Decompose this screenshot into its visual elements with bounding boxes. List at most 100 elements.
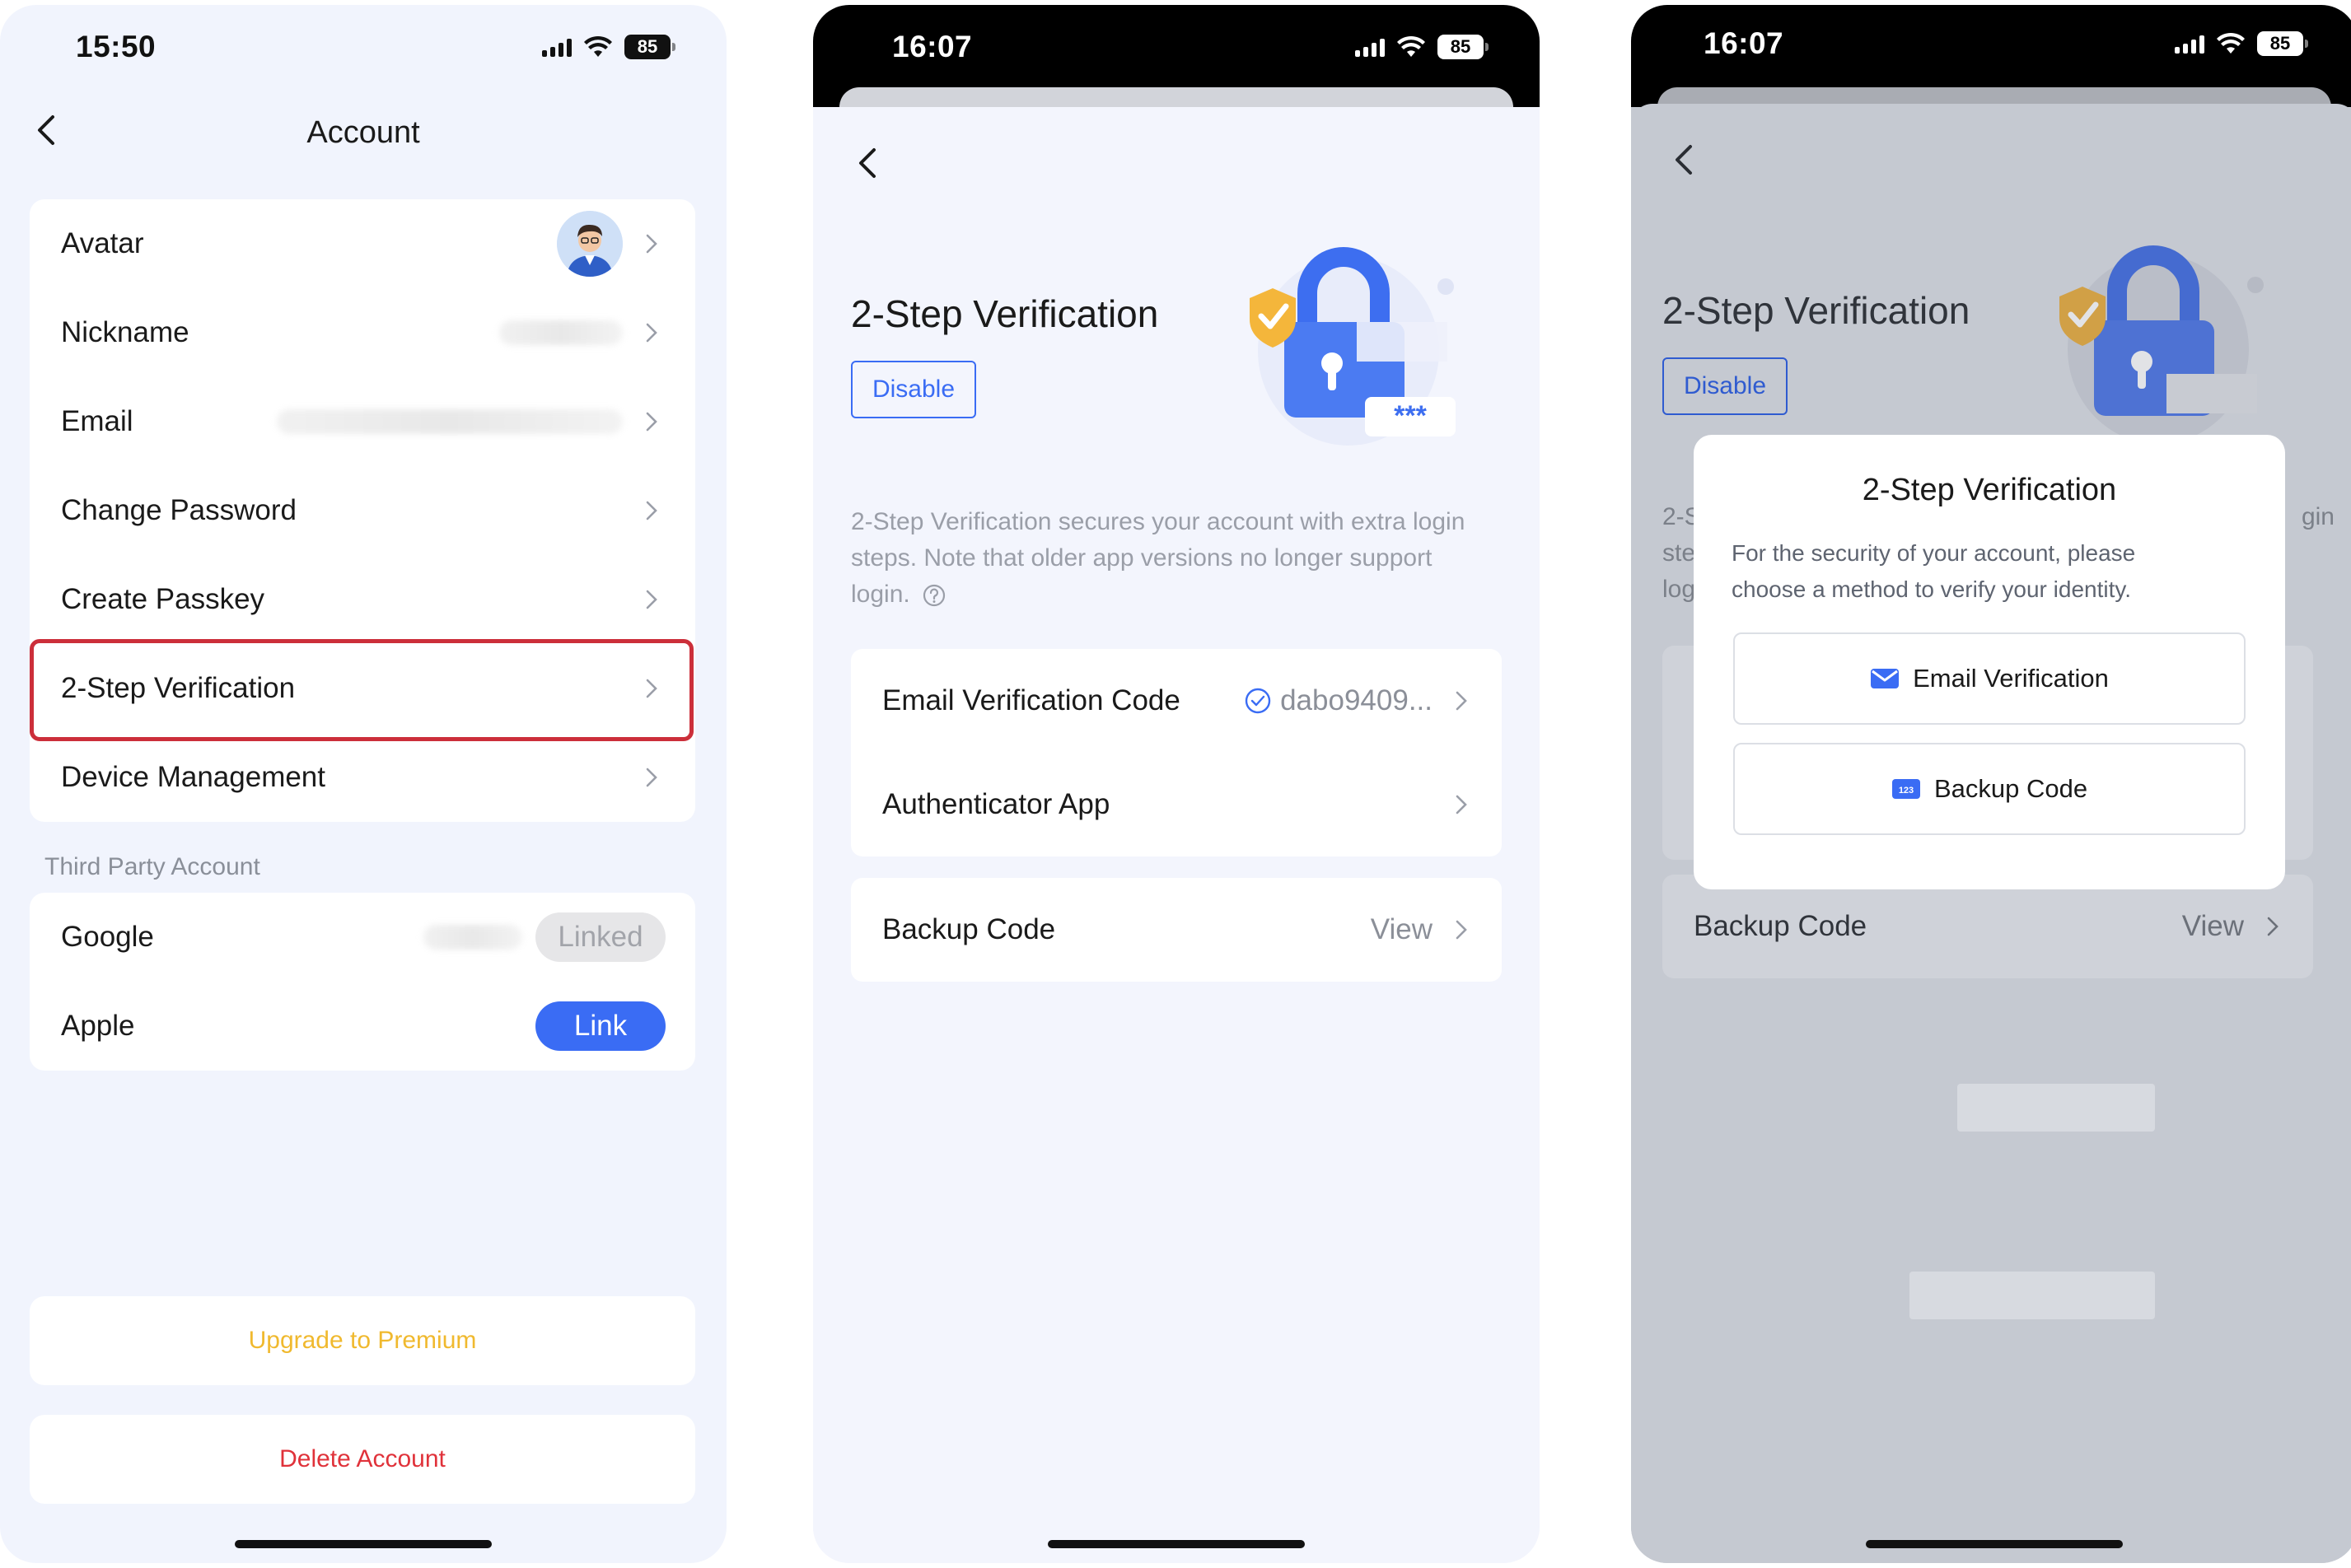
svg-text:***: *** <box>1394 400 1427 432</box>
row-device-management[interactable]: Device Management <box>30 733 695 822</box>
page-title: 2-Step Verification <box>851 292 1159 335</box>
status-icons: 85 <box>1355 35 1489 59</box>
chevron-right-icon <box>646 768 657 787</box>
email-verification-option[interactable]: Email Verification <box>1733 632 2246 725</box>
battery-icon: 85 <box>624 35 675 59</box>
row-create-passkey[interactable]: Create Passkey <box>30 555 695 644</box>
page-title: Account <box>306 115 420 150</box>
row-label: Change Password <box>61 494 297 526</box>
description-text: login. <box>851 581 910 608</box>
section-label-third-party: Third Party Account <box>44 853 260 880</box>
dialog-description: For the security of your account, please… <box>1732 535 2247 608</box>
dialog-description-line: choose a method to verify your identity. <box>1732 576 2132 602</box>
row-google: Google Linked <box>30 893 695 982</box>
row-backup-code: Backup Code View <box>1662 875 2313 978</box>
row-email[interactable]: Email <box>30 377 695 466</box>
lock-illustration <box>2059 245 2264 444</box>
third-party-list: Google Linked Apple Link <box>30 893 695 1071</box>
verification-methods-list: Email Verification Code dabo9409... Auth… <box>851 649 1502 856</box>
row-label: Email <box>61 405 133 437</box>
chevron-right-icon <box>1456 920 1467 940</box>
home-indicator <box>1048 1540 1305 1548</box>
linked-badge: Linked <box>535 912 666 962</box>
chevron-right-icon <box>646 501 657 520</box>
battery-level: 85 <box>637 36 658 57</box>
signal-icon <box>542 37 572 57</box>
row-label: Device Management <box>61 761 325 793</box>
backup-code-card: Backup Code View <box>1662 875 2313 978</box>
row-nickname[interactable]: Nickname <box>30 288 695 377</box>
backup-code-icon: 123 <box>1891 779 1920 799</box>
chevron-right-icon <box>646 412 657 432</box>
description-line: 2-Step Verification secures your account… <box>851 508 1465 535</box>
wifi-icon <box>2217 32 2245 54</box>
row-label: Google <box>61 921 154 953</box>
row-avatar[interactable]: Avatar <box>30 199 695 288</box>
verify-method-dialog: 2-Step Verification For the security of … <box>1694 435 2285 889</box>
chevron-right-icon <box>646 234 657 254</box>
backup-code-option[interactable]: 123 Backup Code <box>1733 743 2246 835</box>
redacted-email <box>277 409 623 434</box>
chevron-right-icon <box>1456 795 1467 814</box>
masked-email: dabo9409... <box>1280 684 1433 716</box>
signal-icon <box>2175 34 2204 54</box>
row-backup-code[interactable]: Backup Code View <box>851 878 1502 982</box>
mail-icon <box>1871 669 1900 688</box>
chevron-right-icon <box>2267 917 2279 936</box>
help-icon[interactable] <box>922 583 946 608</box>
battery-level: 85 <box>2269 33 2291 54</box>
home-indicator <box>1866 1540 2123 1548</box>
row-apple: Apple Link <box>30 982 695 1071</box>
view-link: View <box>1370 913 1433 945</box>
disable-button: Disable <box>1662 357 1788 415</box>
row-label: Email Verification Code <box>882 684 1180 716</box>
wifi-icon <box>584 35 612 57</box>
row-change-password[interactable]: Change Password <box>30 466 695 555</box>
email-code-value: dabo9409... <box>1244 684 1433 717</box>
back-icon[interactable] <box>854 145 882 181</box>
redacted-google-account <box>423 925 522 950</box>
chevron-right-icon <box>646 323 657 343</box>
disable-button[interactable]: Disable <box>851 361 976 418</box>
chevron-right-icon <box>646 590 657 609</box>
status-time: 16:07 <box>892 30 973 63</box>
two-step-screen: 16:07 85 2-Step Verification Disable ***… <box>813 5 1540 1563</box>
wifi-icon <box>1397 35 1425 57</box>
description: 2-Step Verification secures your account… <box>851 504 1510 613</box>
status-bar: 16:07 85 <box>1631 5 2351 120</box>
two-step-modal-screen: 16:07 85 2-Step Verification Disable 2-S… <box>1631 5 2351 1563</box>
signal-icon <box>1355 37 1385 57</box>
status-icons: 85 <box>542 35 675 59</box>
option-label: Email Verification <box>1913 664 2109 693</box>
row-label: Apple <box>61 1010 135 1042</box>
delete-account-button[interactable]: Delete Account <box>30 1415 695 1504</box>
chevron-right-icon <box>1456 691 1467 711</box>
view-link: View <box>2181 910 2244 942</box>
redacted-nickname <box>499 320 623 345</box>
battery-icon: 85 <box>1437 35 1489 59</box>
row-label: Backup Code <box>1694 910 1867 942</box>
home-indicator <box>235 1540 492 1548</box>
row-label: Backup Code <box>882 913 1056 945</box>
status-time: 15:50 <box>76 30 157 63</box>
placeholder-block <box>1957 1084 2155 1132</box>
option-label: Backup Code <box>1933 774 2088 803</box>
link-button[interactable]: Link <box>535 1001 666 1051</box>
row-label: Nickname <box>61 316 189 348</box>
back-icon <box>1676 145 1692 175</box>
status-bar: 15:50 85 <box>0 5 727 92</box>
upgrade-button[interactable]: Upgrade to Premium <box>30 1296 695 1385</box>
dialog-title: 2-Step Verification <box>1862 473 2117 507</box>
page-title: 2-Step Verification <box>1662 289 1970 332</box>
status-bar: 16:07 85 <box>813 5 1540 120</box>
dialog-description-line: For the security of your account, please <box>1732 540 2136 566</box>
lock-illustration: *** <box>1250 247 1456 446</box>
check-circle-icon <box>1245 688 1271 714</box>
battery-level: 85 <box>1450 36 1471 57</box>
backup-code-card: Backup Code View <box>851 878 1502 982</box>
row-email-verification-code[interactable]: Email Verification Code dabo9409... <box>851 649 1502 753</box>
row-authenticator-app[interactable]: Authenticator App <box>851 753 1502 856</box>
backup-code-icon-text: 123 <box>1899 786 1914 796</box>
battery-icon: 85 <box>2257 31 2308 56</box>
row-label: Create Passkey <box>61 583 265 615</box>
